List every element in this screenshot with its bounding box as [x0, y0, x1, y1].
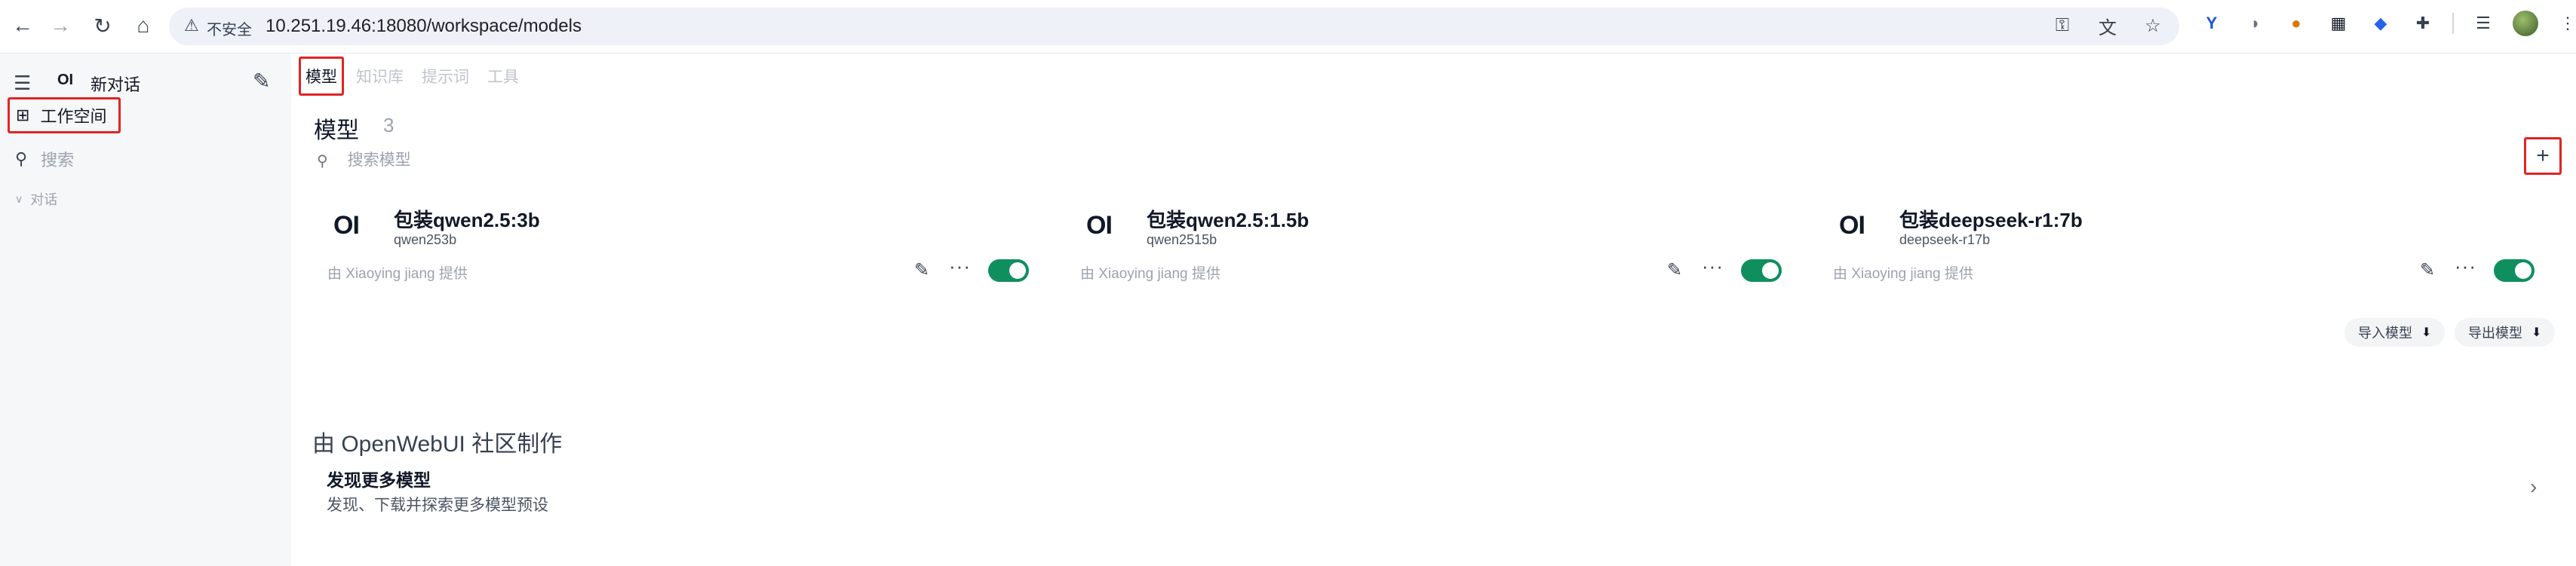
- extension-y-icon[interactable]: Y: [2199, 11, 2224, 36]
- model-logo: OI: [1086, 211, 1113, 240]
- model-name[interactable]: 包装qwen2.5:1.5b: [1147, 205, 1309, 233]
- model-card[interactable]: OI 包装qwen2.5:1.5b qwen2515b 由 Xiaoying j…: [1070, 197, 1816, 288]
- toolbar-divider: [2452, 13, 2454, 34]
- chats-section-label: 对话: [30, 192, 58, 207]
- discover-models-subtitle: 发现、下载并探索更多模型预设: [327, 497, 548, 514]
- import-models-button[interactable]: 导入模型 ⬇: [2344, 318, 2446, 347]
- sidebar-search[interactable]: ⚲ 搜索: [15, 147, 74, 171]
- edit-pencil-icon[interactable]: ✎: [1667, 259, 1682, 281]
- chevron-right-icon[interactable]: ›: [2530, 475, 2537, 499]
- new-chat-button[interactable]: 新对话: [91, 72, 140, 96]
- model-author: 由 Xiaoying jiang 提供: [1080, 266, 1220, 282]
- search-icon: ⚲: [15, 149, 28, 168]
- more-options-icon[interactable]: ···: [949, 255, 971, 278]
- tab-knowledge[interactable]: 知识库: [356, 65, 404, 87]
- workspace-tabs: 模型 知识库 提示词 工具: [299, 56, 537, 96]
- community-section-title: 由 OpenWebUI 社区制作: [312, 432, 563, 457]
- sidebar-item-workspace[interactable]: ⊞ 工作空间: [8, 97, 121, 133]
- model-search-input[interactable]: [345, 151, 651, 170]
- more-options-icon[interactable]: ···: [2455, 255, 2476, 278]
- extension-window-icon[interactable]: ▦: [2326, 11, 2351, 36]
- chats-section-toggle[interactable]: ∨ 对话: [15, 189, 57, 209]
- edit-pencil-icon[interactable]: ✎: [2420, 259, 2435, 281]
- browser-menu-icon[interactable]: ⋮: [2555, 11, 2576, 36]
- model-card[interactable]: OI 包装qwen2.5:3b qwen253b 由 Xiaoying jian…: [317, 197, 1064, 288]
- sidebar: ☰ OI 新对话 ✎ ⊞ 工作空间 ⚲ 搜索 ∨ 对话: [0, 54, 291, 566]
- warning-icon: ⚠: [184, 16, 199, 35]
- home-icon[interactable]: ⌂: [128, 11, 158, 41]
- reload-icon[interactable]: ↻: [88, 11, 118, 41]
- page-title: 模型: [314, 118, 359, 143]
- model-author: 由 Xiaoying jiang 提供: [327, 266, 468, 282]
- tab-tools[interactable]: 工具: [487, 65, 519, 87]
- new-chat-edit-icon[interactable]: ✎: [253, 69, 270, 93]
- app-logo[interactable]: OI: [57, 72, 73, 89]
- model-id: deepseek-r17b: [1899, 232, 1991, 247]
- extension-shield-icon[interactable]: ◆: [2368, 11, 2393, 36]
- browser-toolbar: ← → ↻ ⌂ ⚠ 不安全 10.251.19.46:18080/workspa…: [0, 0, 2576, 54]
- translate-icon[interactable]: 文: [2096, 14, 2119, 38]
- import-models-label: 导入模型: [2358, 326, 2412, 341]
- model-name[interactable]: 包装deepseek-r1:7b: [1899, 205, 2083, 233]
- model-logo: OI: [1839, 211, 1865, 240]
- insecure-label: 不安全: [207, 22, 252, 38]
- search-icon: ⚲: [317, 152, 328, 170]
- address-bar[interactable]: ⚠ 不安全 10.251.19.46:18080/workspace/model…: [169, 8, 2179, 45]
- tab-models[interactable]: 模型: [299, 57, 344, 96]
- tab-prompts[interactable]: 提示词: [422, 65, 469, 87]
- model-name[interactable]: 包装qwen2.5:3b: [394, 205, 540, 233]
- chevron-down-icon: ∨: [15, 192, 23, 205]
- forward-icon[interactable]: →: [45, 11, 75, 41]
- model-search: ⚲: [317, 151, 651, 170]
- model-id: qwen2515b: [1147, 232, 1217, 247]
- add-model-button[interactable]: +: [2524, 137, 2562, 175]
- model-count: 3: [383, 114, 395, 136]
- model-author: 由 Xiaoying jiang 提供: [1833, 266, 1973, 282]
- reading-list-icon[interactable]: ☰: [2470, 11, 2496, 36]
- url-text[interactable]: 10.251.19.46:18080/workspace/models: [266, 16, 582, 37]
- model-enabled-toggle[interactable]: [1741, 259, 1782, 282]
- model-card[interactable]: OI 包装deepseek-r1:7b deepseek-r17b 由 Xiao…: [1822, 197, 2569, 288]
- extensions-puzzle-icon[interactable]: ✚: [2410, 11, 2436, 36]
- sidebar-search-placeholder: 搜索: [41, 151, 75, 170]
- discover-models-title[interactable]: 发现更多模型: [327, 466, 431, 491]
- extension-cookie-icon[interactable]: ●: [2283, 11, 2309, 36]
- workspace-label: 工作空间: [40, 107, 107, 126]
- grid-icon: ⊞: [16, 106, 30, 124]
- export-models-button[interactable]: 导出模型 ⬇: [2455, 318, 2556, 347]
- model-enabled-toggle[interactable]: [988, 259, 1029, 282]
- more-options-icon[interactable]: ···: [1702, 255, 1724, 278]
- model-logo: OI: [333, 211, 360, 240]
- export-file-icon: ⬇: [2531, 326, 2542, 339]
- profile-avatar[interactable]: [2513, 11, 2538, 36]
- model-enabled-toggle[interactable]: [2494, 259, 2535, 282]
- extension-mask-icon[interactable]: ◑: [2241, 11, 2267, 36]
- bookmark-star-icon[interactable]: ☆: [2142, 14, 2164, 37]
- back-icon[interactable]: ←: [8, 11, 38, 41]
- edit-pencil-icon[interactable]: ✎: [914, 259, 929, 281]
- sidebar-toggle-icon[interactable]: ☰: [14, 72, 31, 95]
- export-models-label: 导出模型: [2468, 326, 2522, 341]
- import-file-icon: ⬇: [2421, 326, 2432, 339]
- password-key-icon[interactable]: ⚿: [2051, 14, 2074, 37]
- model-id: qwen253b: [394, 232, 457, 247]
